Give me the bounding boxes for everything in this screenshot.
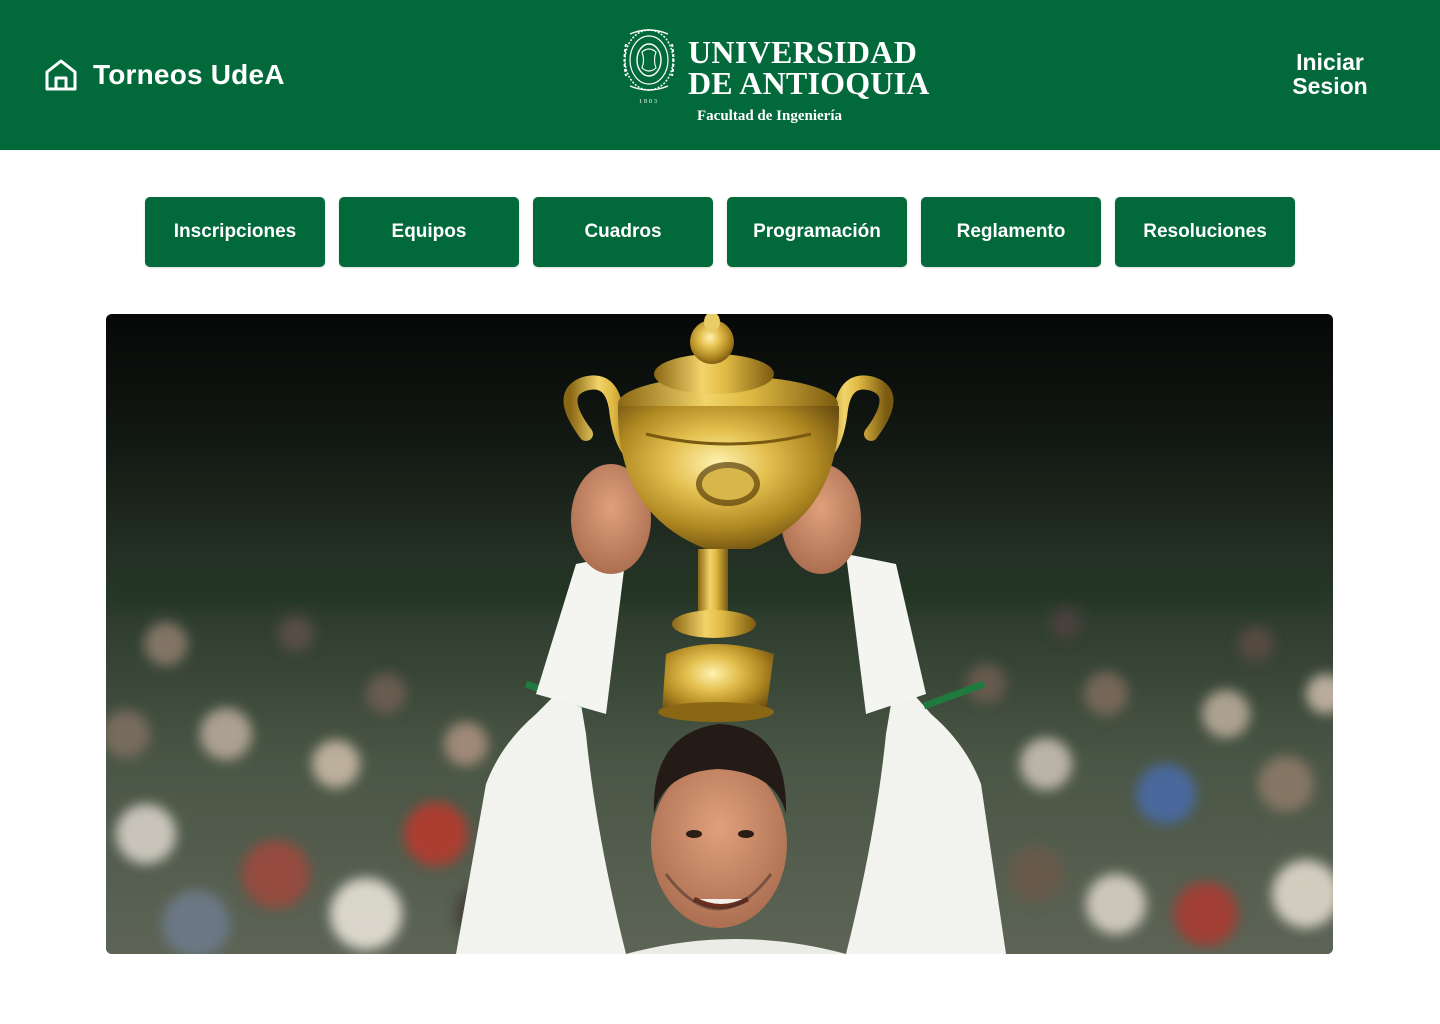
- home-link[interactable]: Torneos UdeA: [42, 56, 285, 94]
- login-label-line2: Sesion: [1292, 73, 1368, 99]
- seal-year: 1803: [639, 99, 659, 104]
- nav-button-resoluciones[interactable]: Resoluciones: [1115, 197, 1295, 267]
- nav-button-equipos[interactable]: Equipos: [339, 197, 519, 267]
- home-icon: [42, 56, 80, 94]
- nav-button-reglamento[interactable]: Reglamento: [921, 197, 1101, 267]
- nav-button-programacion[interactable]: Programación: [727, 197, 907, 267]
- logo-faculty: Facultad de Ingeniería: [697, 108, 842, 124]
- nav-button-inscripciones[interactable]: Inscripciones: [145, 197, 325, 267]
- login-button[interactable]: Iniciar Sesion: [1270, 50, 1390, 98]
- hero-image: [106, 314, 1333, 954]
- nav-button-cuadros[interactable]: Cuadros: [533, 197, 713, 267]
- login-label-line1: Iniciar: [1296, 49, 1364, 75]
- logo-university-region: DE ANTIOQUIA: [688, 65, 930, 101]
- section-nav: Inscripciones Equipos Cuadros Programaci…: [145, 197, 1295, 267]
- university-logo: 1803 UNIVERSIDAD DE ANTIOQUIA Facultad d…: [618, 24, 938, 130]
- top-header: Torneos UdeA 1803 UNIVERSIDAD DE ANTIOQU…: [0, 0, 1440, 150]
- university-seal-icon: 1803: [620, 26, 678, 104]
- site-title: Torneos UdeA: [93, 59, 285, 90]
- logo-university-name: UNIVERSIDAD: [688, 34, 918, 70]
